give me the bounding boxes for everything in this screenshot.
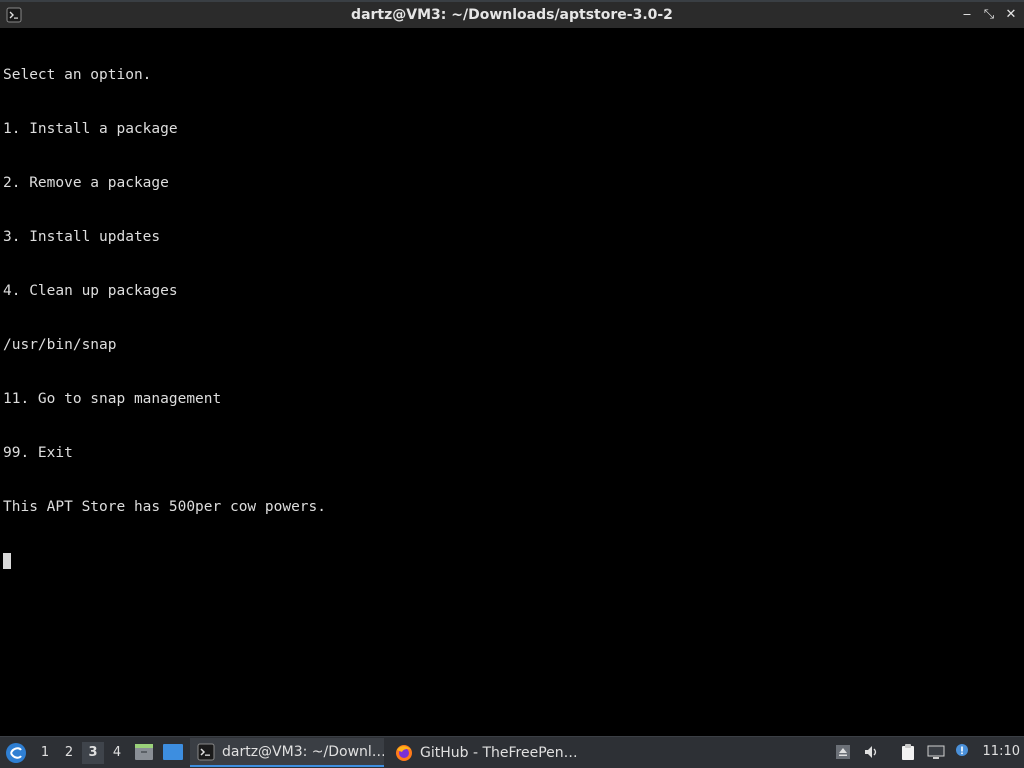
clipboard-icon[interactable]	[899, 743, 917, 761]
start-menu-button[interactable]	[4, 741, 28, 765]
volume-icon[interactable]	[863, 743, 881, 761]
desktop-switcher: 1 2 3 4	[34, 742, 128, 764]
show-desktop-icon[interactable]	[162, 741, 184, 763]
terminal-prompt-line[interactable]	[3, 552, 1021, 570]
desktop-4-button[interactable]: 4	[106, 742, 128, 764]
taskbar-item-label: GitHub - TheFreePen…	[420, 744, 578, 761]
taskbar-item-label: dartz@VM3: ~/Downl…	[222, 743, 384, 760]
terminal-output[interactable]: Select an option. 1. Install a package 2…	[3, 30, 1021, 732]
clock[interactable]: 11:10	[983, 744, 1020, 759]
minimize-button[interactable]: ‒	[960, 6, 974, 24]
notification-icon[interactable]	[953, 743, 971, 761]
terminal-line: This APT Store has 500per cow powers.	[3, 499, 327, 515]
terminal-line: 11. Go to snap management	[3, 391, 222, 407]
taskbar-item-terminal[interactable]: dartz@VM3: ~/Downl…	[190, 738, 384, 767]
desktop-3-button[interactable]: 3	[82, 742, 104, 764]
terminal-line: /usr/bin/snap	[3, 337, 117, 353]
eject-icon[interactable]	[834, 743, 852, 761]
terminal-icon	[197, 743, 215, 760]
terminal-line: 99. Exit	[3, 445, 73, 461]
network-icon[interactable]	[927, 743, 945, 761]
close-button[interactable]: ✕	[1004, 6, 1018, 24]
terminal-window: dartz@VM3: ~/Downloads/aptstore-3.0-2 ‒ …	[0, 0, 1024, 736]
terminal-line: Select an option.	[3, 67, 152, 83]
taskbar: 1 2 3 4 dartz@VM3: ~/Downl… GitHub - The…	[0, 736, 1024, 768]
terminal-line: 4. Clean up packages	[3, 283, 178, 299]
window-title: dartz@VM3: ~/Downloads/aptstore-3.0-2	[351, 7, 673, 23]
desktop-2-button[interactable]: 2	[58, 742, 80, 764]
terminal-line: 2. Remove a package	[3, 175, 169, 191]
maximize-button[interactable]: ⤡	[982, 6, 996, 24]
terminal-line: 3. Install updates	[3, 229, 161, 245]
file-manager-icon[interactable]	[133, 741, 155, 763]
taskbar-item-firefox[interactable]: GitHub - TheFreePen…	[388, 738, 588, 767]
terminal-line: 1. Install a package	[3, 121, 178, 137]
window-controls: ‒ ⤡ ✕	[960, 6, 1018, 24]
text-cursor	[3, 553, 11, 569]
window-titlebar[interactable]: dartz@VM3: ~/Downloads/aptstore-3.0-2 ‒ …	[0, 0, 1024, 28]
desktop-1-button[interactable]: 1	[34, 742, 56, 764]
firefox-icon	[396, 744, 412, 761]
